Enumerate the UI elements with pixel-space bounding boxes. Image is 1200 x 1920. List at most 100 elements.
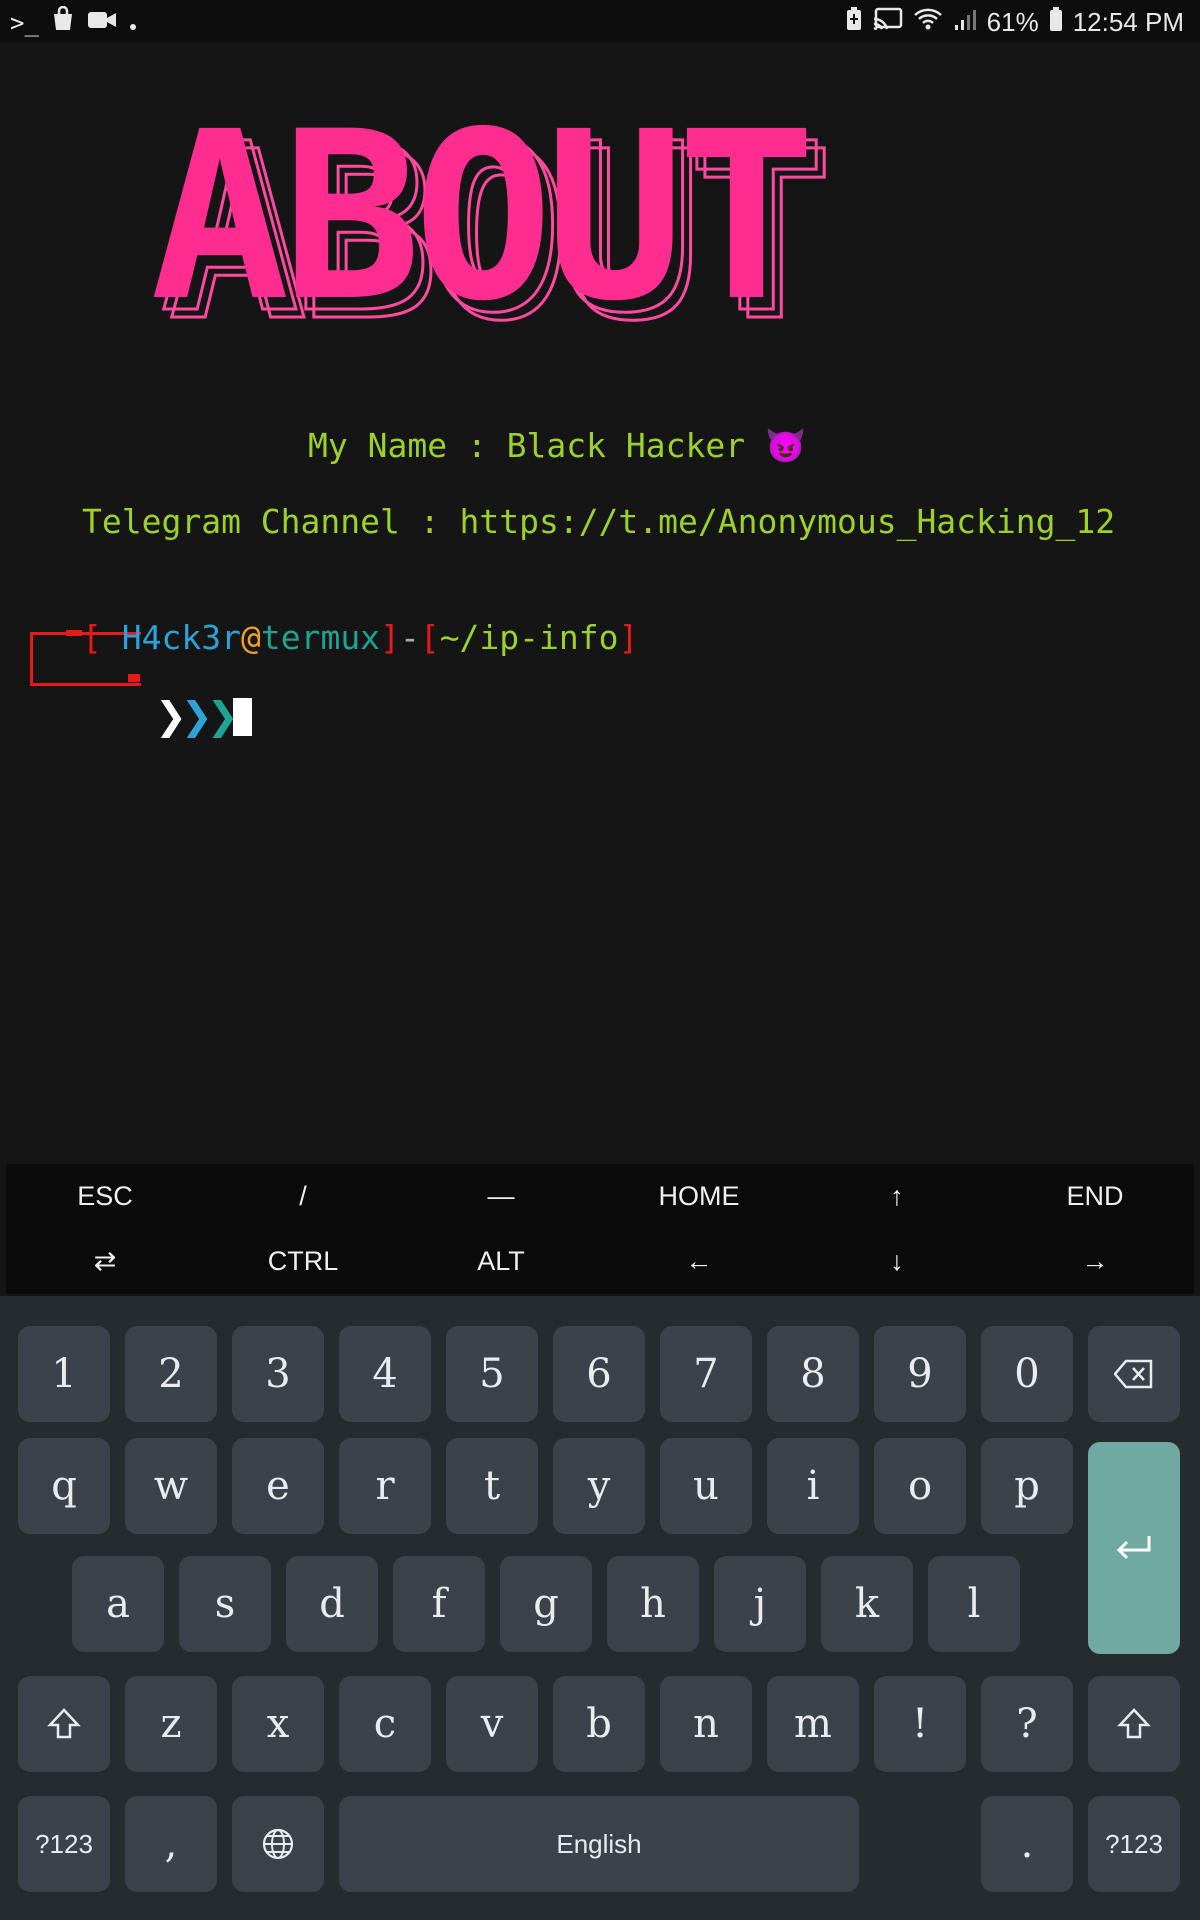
right-arrow-key[interactable]: → xyxy=(996,1229,1194,1294)
key-e[interactable]: e xyxy=(232,1438,324,1534)
key-n[interactable]: n xyxy=(660,1676,752,1772)
key-c[interactable]: c xyxy=(339,1676,431,1772)
key-r[interactable]: r xyxy=(339,1438,431,1534)
backspace-icon xyxy=(1114,1359,1153,1389)
key-g[interactable]: g xyxy=(500,1556,592,1652)
key-5[interactable]: 5 xyxy=(446,1326,538,1422)
key-u[interactable]: u xyxy=(660,1438,752,1534)
status-bar: >_ 61% 12:54 PM xyxy=(0,0,1200,42)
prompt-line-tip xyxy=(66,630,82,636)
battery-icon xyxy=(1049,6,1063,39)
prompt-path: ~/ip-info xyxy=(439,618,619,657)
key-9[interactable]: 9 xyxy=(874,1326,966,1422)
video-camera-icon xyxy=(87,7,117,38)
key-b[interactable]: b xyxy=(553,1676,645,1772)
key-z[interactable]: z xyxy=(125,1676,217,1772)
name-line: My Name : Black Hacker 😈 xyxy=(308,426,807,465)
key-1[interactable]: 1 xyxy=(18,1326,110,1422)
up-arrow-key[interactable]: ↑ xyxy=(798,1164,996,1229)
cast-icon xyxy=(873,7,903,38)
prompt-path-open: [ xyxy=(419,618,440,657)
shell-prompt: [ H4ck3r@termux]-[~/ip-info] xyxy=(82,618,638,657)
status-right-icons: 61% 12:54 PM xyxy=(845,6,1184,39)
battery-saver-icon xyxy=(845,6,863,39)
shift-key-right[interactable] xyxy=(1088,1676,1180,1772)
symbols-key-right[interactable]: ?123 xyxy=(1088,1796,1180,1892)
key-y[interactable]: y xyxy=(553,1438,645,1534)
clock: 12:54 PM xyxy=(1072,7,1184,37)
telegram-line[interactable]: Telegram Channel : https://t.me/Anonymou… xyxy=(82,502,1115,541)
text-cursor xyxy=(233,698,252,736)
prompt-dash: - xyxy=(399,618,420,657)
dot-icon xyxy=(129,7,137,38)
banner-text: ABOUT xyxy=(150,82,816,352)
key-question[interactable]: ? xyxy=(981,1676,1073,1772)
ctrl-key[interactable]: CTRL xyxy=(204,1229,402,1294)
battery-percent: 61% xyxy=(986,7,1039,37)
key-q[interactable]: q xyxy=(18,1438,110,1534)
key-i[interactable]: i xyxy=(767,1438,859,1534)
down-arrow-key[interactable]: ↓ xyxy=(798,1229,996,1294)
end-key[interactable]: END xyxy=(996,1164,1194,1229)
key-o[interactable]: o xyxy=(874,1438,966,1534)
shift-key-left[interactable] xyxy=(18,1676,110,1772)
key-8[interactable]: 8 xyxy=(767,1326,859,1422)
prompt-chevrons: ❯❯❯ xyxy=(155,694,238,738)
key-l[interactable]: l xyxy=(928,1556,1020,1652)
prompt-at: @ xyxy=(240,618,261,657)
key-exclamation[interactable]: ! xyxy=(874,1676,966,1772)
terminal-view[interactable]: ABOUT ABOUT ABOUT My Name : Black Hacker… xyxy=(0,42,1200,1162)
wifi-icon xyxy=(913,7,943,38)
key-7[interactable]: 7 xyxy=(660,1326,752,1422)
key-k[interactable]: k xyxy=(821,1556,913,1652)
esc-key[interactable]: ESC xyxy=(6,1164,204,1229)
prompt-path-close: ] xyxy=(618,618,639,657)
extra-keys-row-1: ESC / — HOME ↑ END xyxy=(6,1164,1194,1229)
slash-key[interactable]: / xyxy=(204,1164,402,1229)
key-t[interactable]: t xyxy=(446,1438,538,1534)
globe-icon xyxy=(262,1828,294,1860)
key-4[interactable]: 4 xyxy=(339,1326,431,1422)
comma-key[interactable]: , xyxy=(125,1796,217,1892)
home-key[interactable]: HOME xyxy=(600,1164,798,1229)
key-d[interactable]: d xyxy=(286,1556,378,1652)
enter-key[interactable] xyxy=(1088,1442,1180,1654)
key-f[interactable]: f xyxy=(393,1556,485,1652)
key-w[interactable]: w xyxy=(125,1438,217,1534)
about-banner: ABOUT ABOUT ABOUT xyxy=(150,82,980,374)
key-0[interactable]: 0 xyxy=(981,1326,1073,1422)
shift-icon xyxy=(47,1708,81,1739)
key-p[interactable]: p xyxy=(981,1438,1073,1534)
prompt-open-bracket: [ xyxy=(82,618,102,657)
alt-key[interactable]: ALT xyxy=(402,1229,600,1294)
key-6[interactable]: 6 xyxy=(553,1326,645,1422)
terminal-icon: >_ xyxy=(10,8,39,37)
key-a[interactable]: a xyxy=(72,1556,164,1652)
language-key[interactable] xyxy=(232,1796,324,1892)
prompt-arrow-tip xyxy=(128,674,140,682)
key-m[interactable]: m xyxy=(767,1676,859,1772)
backspace-key[interactable] xyxy=(1088,1326,1180,1422)
signal-icon xyxy=(953,7,977,38)
left-arrow-key[interactable]: ← xyxy=(600,1229,798,1294)
shopping-bag-icon xyxy=(51,5,75,39)
prompt-close-bracket: ] xyxy=(380,618,400,657)
key-x[interactable]: x xyxy=(232,1676,324,1772)
space-bar[interactable]: English xyxy=(339,1796,859,1892)
tab-key[interactable]: ⇄ xyxy=(6,1229,204,1294)
soft-keyboard: 1 2 3 4 5 6 7 8 9 0 q w e r t y u i o p … xyxy=(0,1296,1200,1920)
key-s[interactable]: s xyxy=(179,1556,271,1652)
key-v[interactable]: v xyxy=(446,1676,538,1772)
extra-keys-row-2: ⇄ CTRL ALT ← ↓ → xyxy=(6,1229,1194,1294)
shift-icon xyxy=(1117,1708,1151,1739)
prompt-user: H4ck3r xyxy=(121,618,241,657)
key-3[interactable]: 3 xyxy=(232,1326,324,1422)
key-2[interactable]: 2 xyxy=(125,1326,217,1422)
status-left-icons: >_ xyxy=(10,5,137,39)
dash-key[interactable]: — xyxy=(402,1164,600,1229)
extra-keys-bar: ESC / — HOME ↑ END ⇄ CTRL ALT ← ↓ → xyxy=(6,1164,1194,1294)
key-j[interactable]: j xyxy=(714,1556,806,1652)
symbols-key-left[interactable]: ?123 xyxy=(18,1796,110,1892)
key-h[interactable]: h xyxy=(607,1556,699,1652)
period-key[interactable]: . xyxy=(981,1796,1073,1892)
